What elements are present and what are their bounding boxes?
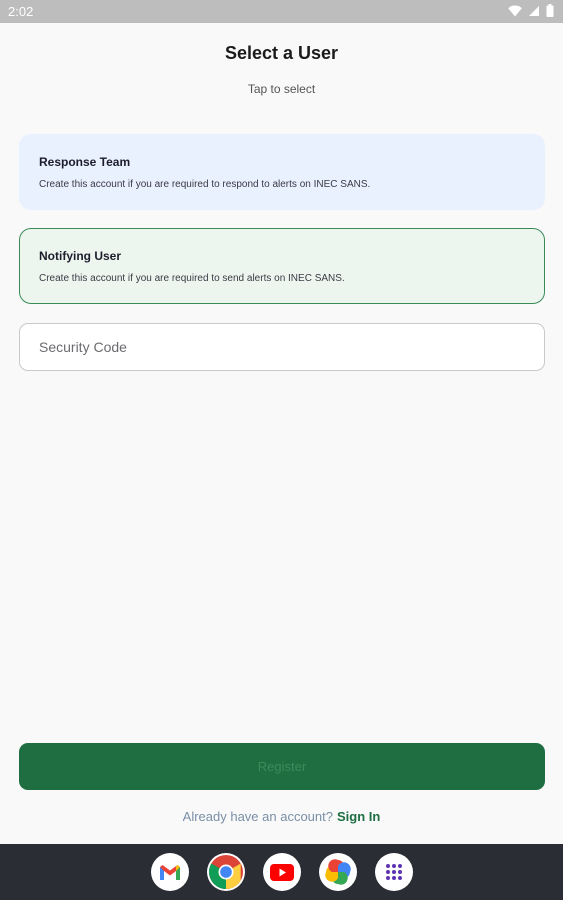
user-type-card-response-team[interactable]: Response Team Create this account if you… [19, 134, 545, 210]
card-title: Response Team [39, 155, 131, 169]
card-description: Create this account if you are required … [39, 179, 371, 190]
page-title: Select a User [224, 43, 339, 63]
youtube-icon[interactable] [263, 853, 301, 891]
battery-icon [546, 4, 554, 17]
register-button[interactable]: Register [19, 743, 545, 790]
signin-prompt: Already have an account? [182, 809, 333, 824]
signin-link[interactable]: Sign In [337, 809, 380, 824]
security-code-input[interactable] [19, 323, 545, 371]
signin-row: Already have an account? Sign In [0, 809, 563, 824]
app-dock [0, 844, 563, 900]
gmail-icon[interactable] [151, 853, 189, 891]
user-type-card-notifying-user[interactable]: Notifying User Create this account if yo… [19, 228, 545, 304]
page-subtitle: Tap to select [247, 82, 316, 96]
card-title: Notifying User [39, 249, 122, 263]
chrome-icon[interactable] [207, 853, 245, 891]
status-icons [508, 4, 554, 17]
photos-icon[interactable] [319, 853, 357, 891]
wifi-icon [508, 5, 522, 17]
app-screen: Select a User Tap to select Response Tea… [0, 23, 563, 844]
app-drawer-icon[interactable] [375, 853, 413, 891]
status-time: 2:02 [8, 4, 34, 19]
status-bar: 2:02 [0, 0, 563, 23]
card-description: Create this account if you are required … [39, 273, 345, 284]
cell-signal-icon [529, 5, 539, 16]
